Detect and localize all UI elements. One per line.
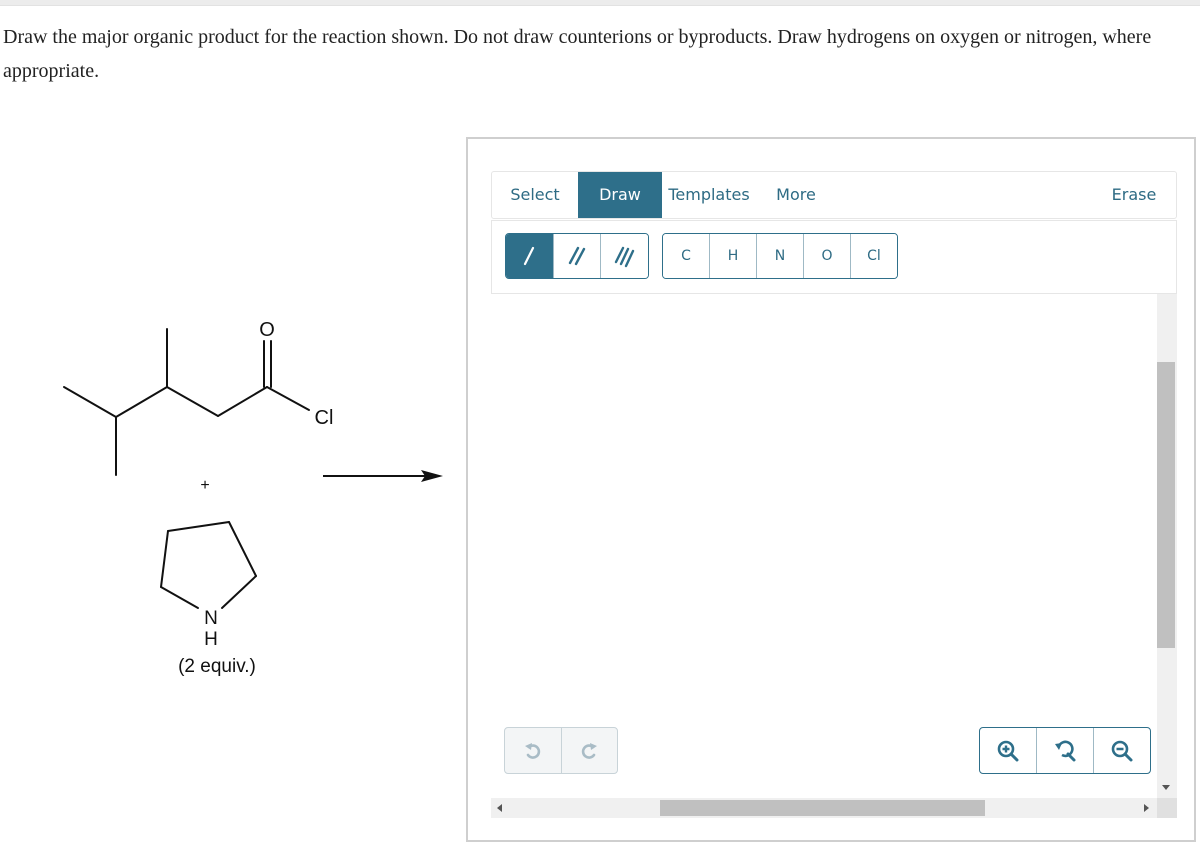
pyrrolidine-structure bbox=[160, 521, 257, 609]
tab-select[interactable]: Select bbox=[492, 172, 578, 218]
zoom-controls bbox=[979, 727, 1151, 774]
atom-chlorine-button[interactable]: Cl bbox=[851, 234, 897, 278]
reaction-arrow bbox=[323, 470, 443, 482]
undo-button[interactable] bbox=[505, 728, 562, 773]
horizontal-scrollbar[interactable] bbox=[491, 798, 1157, 818]
vertical-scroll-thumb[interactable] bbox=[1157, 362, 1175, 648]
bond bbox=[160, 530, 169, 588]
tab-more[interactable]: More bbox=[768, 172, 824, 218]
redo-icon bbox=[582, 742, 598, 759]
atom-carbon-button[interactable]: C bbox=[663, 234, 710, 278]
drawing-canvas[interactable] bbox=[491, 294, 1157, 798]
zoom-out-icon bbox=[1111, 740, 1133, 761]
scrollbar-corner bbox=[1157, 798, 1177, 818]
reaction-scheme: O Cl + N H (2 equiv.) bbox=[0, 0, 470, 851]
erase-button[interactable]: Erase bbox=[1102, 172, 1166, 218]
zoom-reset-button[interactable] bbox=[1037, 728, 1094, 773]
double-bond-button[interactable] bbox=[553, 234, 602, 278]
atom-tool-group: C H N O Cl bbox=[662, 233, 898, 279]
chlorine-label: Cl bbox=[315, 407, 334, 429]
bond bbox=[63, 386, 117, 418]
hydrogen-label: H bbox=[204, 629, 218, 650]
scroll-left-arrow[interactable] bbox=[497, 804, 502, 812]
vertical-scrollbar[interactable] bbox=[1157, 294, 1177, 798]
nitrogen-label: N bbox=[204, 608, 218, 629]
zoom-in-icon bbox=[997, 740, 1019, 761]
bond bbox=[221, 575, 257, 609]
double-bond-icon bbox=[568, 246, 586, 266]
undo-redo-group bbox=[504, 727, 618, 774]
single-bond-button[interactable] bbox=[506, 234, 554, 278]
scroll-right-arrow[interactable] bbox=[1144, 804, 1149, 812]
single-bond-icon bbox=[524, 246, 535, 266]
oxygen-label: O bbox=[259, 319, 275, 341]
horizontal-scroll-thumb[interactable] bbox=[660, 800, 985, 816]
bond bbox=[167, 521, 230, 532]
triple-bond-icon bbox=[614, 246, 634, 268]
editor-toolbar: Select Draw Templates More Erase bbox=[491, 171, 1177, 219]
atom-hydrogen-button[interactable]: H bbox=[710, 234, 757, 278]
atom-oxygen-button[interactable]: O bbox=[804, 234, 851, 278]
zoom-in-button[interactable] bbox=[980, 728, 1037, 773]
bond bbox=[266, 386, 310, 411]
tab-templates[interactable]: Templates bbox=[664, 172, 754, 218]
acyl-chloride-structure bbox=[63, 328, 310, 476]
redo-button[interactable] bbox=[562, 728, 618, 773]
bond bbox=[228, 521, 257, 577]
reaction-drawing: O Cl + N H (2 equiv.) bbox=[63, 319, 443, 677]
undo-icon bbox=[524, 742, 540, 759]
bond bbox=[160, 586, 199, 609]
bond-tool-group bbox=[505, 233, 649, 279]
bond bbox=[217, 386, 268, 417]
triple-bond-button[interactable] bbox=[601, 234, 648, 278]
equivalents-label: (2 equiv.) bbox=[178, 656, 256, 677]
zoom-reset-icon bbox=[1055, 740, 1076, 761]
atom-nitrogen-button[interactable]: N bbox=[757, 234, 804, 278]
zoom-out-button[interactable] bbox=[1094, 728, 1150, 773]
bond bbox=[115, 386, 168, 418]
plus-sign: + bbox=[200, 477, 209, 494]
scroll-down-arrow[interactable] bbox=[1162, 785, 1170, 790]
tab-draw[interactable]: Draw bbox=[578, 172, 662, 218]
bond bbox=[166, 386, 219, 417]
